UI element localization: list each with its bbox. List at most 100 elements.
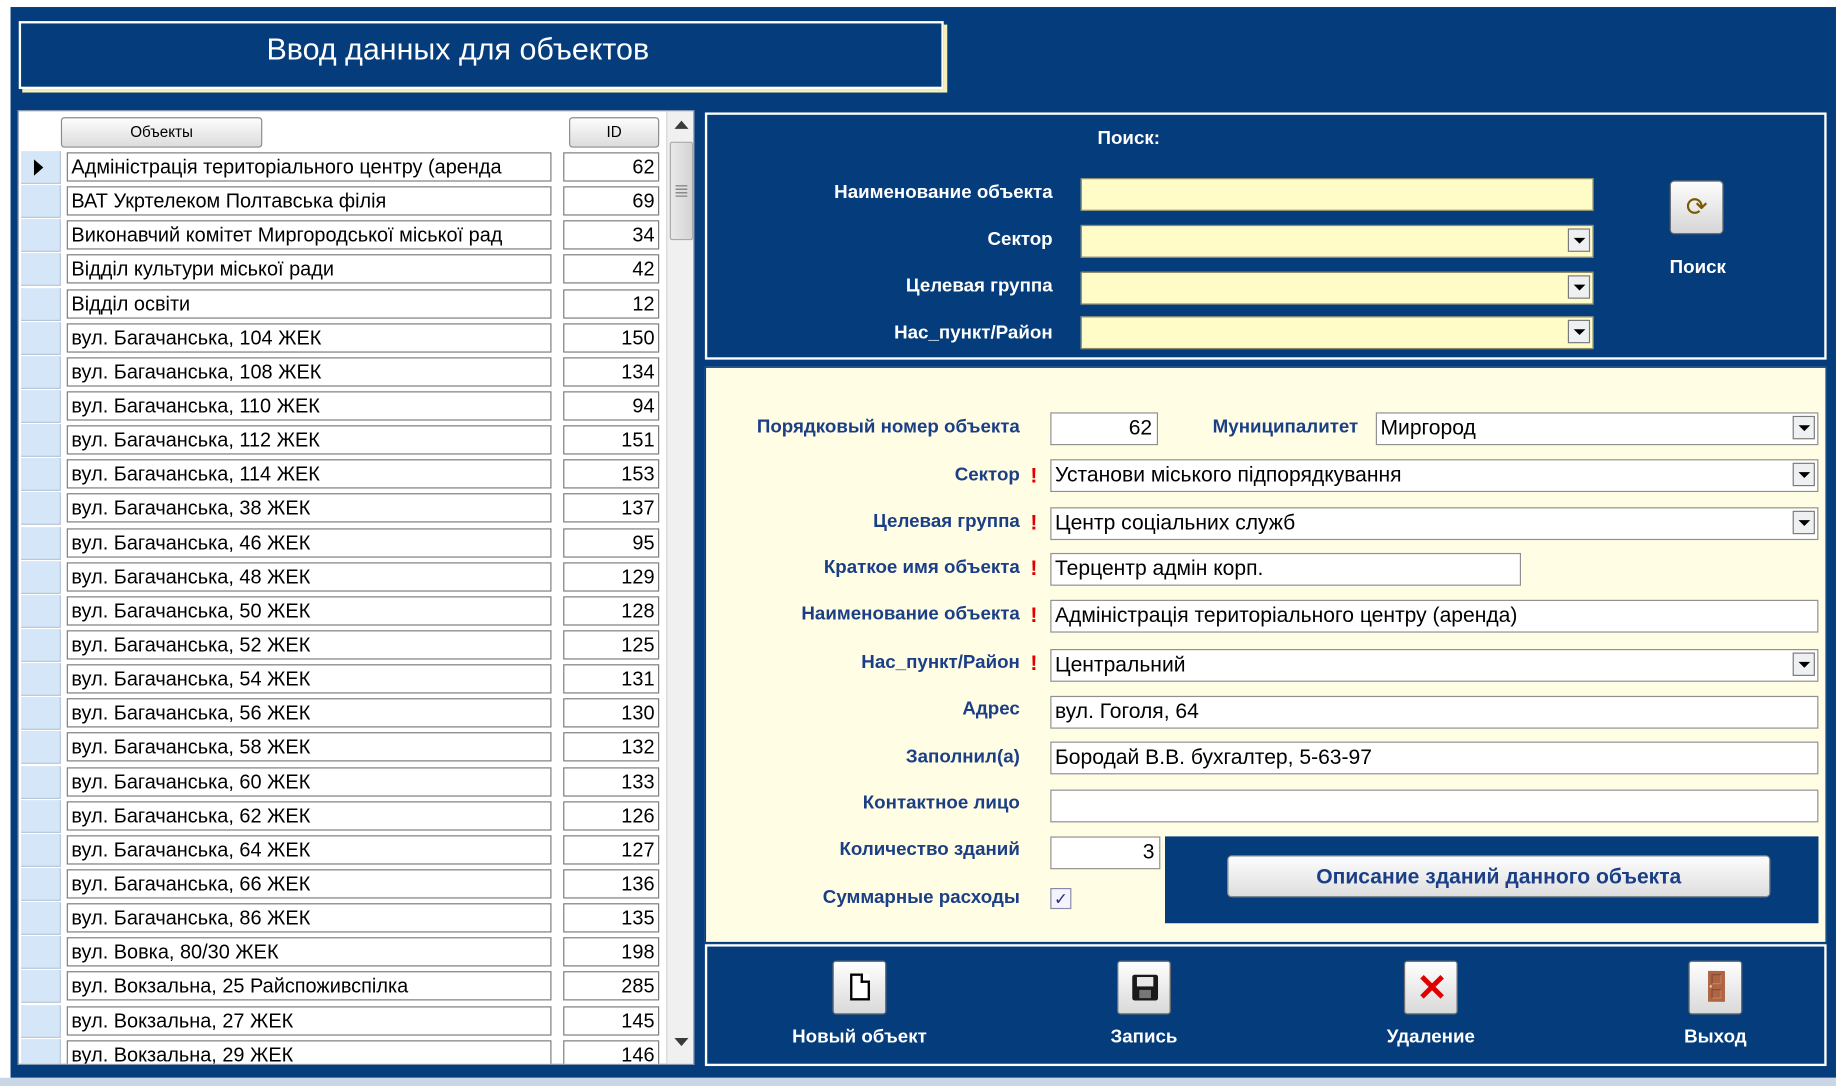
row-selector[interactable] <box>21 355 61 389</box>
district-select[interactable]: Центральний <box>1050 649 1819 682</box>
new-object-button[interactable] <box>832 960 887 1015</box>
object-id-cell[interactable]: 132 <box>563 732 660 762</box>
search-group-select[interactable] <box>1080 271 1594 305</box>
row-selector[interactable] <box>21 390 61 423</box>
object-name-cell[interactable]: вул. Вокзальна, 27 ЖЕК <box>66 1005 552 1036</box>
object-name-cell[interactable]: вул. Багачанська, 46 ЖЕК <box>66 527 552 558</box>
list-item[interactable]: вул. Багачанська, 66 ЖЕК 136 <box>19 867 665 901</box>
object-id-cell[interactable]: 62 <box>563 152 660 182</box>
row-selector[interactable] <box>21 321 61 355</box>
object-id-cell[interactable]: 198 <box>563 937 660 967</box>
row-selector[interactable] <box>21 731 61 765</box>
object-name-cell[interactable]: вул. Багачанська, 54 ЖЕК <box>66 664 552 694</box>
object-id-cell[interactable]: 127 <box>563 835 660 865</box>
row-selector[interactable] <box>21 970 61 1004</box>
chevron-down-icon[interactable] <box>1792 415 1815 440</box>
object-id-cell[interactable]: 129 <box>563 561 660 592</box>
chevron-down-icon[interactable] <box>1792 652 1815 676</box>
list-item[interactable]: вул. Багачанська, 62 ЖЕК 126 <box>19 799 665 833</box>
row-selector[interactable] <box>21 765 61 799</box>
object-id-cell[interactable]: 12 <box>563 288 660 319</box>
total-expenses-checkbox[interactable]: ✓ <box>1050 887 1072 910</box>
row-selector[interactable] <box>21 833 61 867</box>
object-name-cell[interactable]: вул. Вовка, 80/30 ЖЕК <box>66 937 552 967</box>
object-name-cell[interactable]: вул. Вокзальна, 29 ЖЕК <box>66 1039 552 1064</box>
filled-by-field[interactable]: Бородай В.В. бухгалтер, 5-63-97 <box>1050 741 1819 775</box>
object-id-cell[interactable]: 128 <box>563 596 660 626</box>
row-selector[interactable] <box>21 287 61 321</box>
list-item[interactable]: вул. Вовка, 80/30 ЖЕК 198 <box>19 935 665 970</box>
list-scrollbar[interactable] <box>666 111 694 1064</box>
list-item[interactable]: вул. Вокзальна, 29 ЖЕК 146 <box>19 1038 665 1064</box>
list-item[interactable]: вул. Багачанська, 104 ЖЕК 150 <box>19 321 665 355</box>
list-item[interactable]: Відділ освіти 12 <box>19 287 665 321</box>
target-group-select[interactable]: Центр соціальних служб <box>1050 507 1819 541</box>
object-name-cell[interactable]: вул. Багачанська, 86 ЖЕК <box>66 903 552 933</box>
contact-person-field[interactable] <box>1050 789 1819 823</box>
object-id-cell[interactable]: 285 <box>563 971 660 1001</box>
list-item[interactable]: вул. Багачанська, 108 ЖЕК 134 <box>19 355 665 389</box>
list-item[interactable]: вул. Багачанська, 48 ЖЕК 129 <box>19 560 665 594</box>
object-name-cell[interactable]: вул. Багачанська, 62 ЖЕК <box>66 800 552 831</box>
row-selector[interactable] <box>21 526 61 560</box>
object-id-cell[interactable]: 145 <box>563 1005 660 1036</box>
object-id-cell[interactable]: 136 <box>563 869 660 899</box>
short-name-field[interactable]: Терцентр адмін корп. <box>1050 552 1521 586</box>
row-selector[interactable] <box>21 185 61 219</box>
object-name-cell[interactable]: вул. Багачанська, 64 ЖЕК <box>66 835 552 865</box>
object-id-cell[interactable]: 146 <box>563 1039 660 1064</box>
scroll-up-icon[interactable] <box>674 120 689 129</box>
row-selector[interactable] <box>21 799 61 833</box>
object-id-cell[interactable]: 95 <box>563 527 660 558</box>
list-item[interactable]: вул. Багачанська, 38 ЖЕК 137 <box>19 491 665 526</box>
object-id-cell[interactable]: 131 <box>563 664 660 694</box>
object-name-cell[interactable]: вул. Багачанська, 104 ЖЕК <box>66 322 552 353</box>
address-field[interactable]: вул. Гоголя, 64 <box>1050 695 1819 729</box>
object-id-cell[interactable]: 150 <box>563 322 660 353</box>
row-selector[interactable] <box>21 902 61 935</box>
row-selector[interactable] <box>21 492 61 526</box>
buildings-count-field[interactable]: 3 <box>1050 836 1161 870</box>
row-selector[interactable] <box>21 594 61 628</box>
row-selector[interactable] <box>21 663 61 696</box>
list-item[interactable]: вул. Багачанська, 46 ЖЕК 95 <box>19 525 665 560</box>
object-name-cell[interactable]: Виконавчий комітет Миргородської міської… <box>66 220 552 250</box>
list-item[interactable]: ВАТ Укртелеком Полтавська філія 69 <box>19 184 665 219</box>
list-item[interactable]: вул. Багачанська, 110 ЖЕК 94 <box>19 389 665 423</box>
column-header-objects[interactable]: Объекты <box>60 117 263 148</box>
object-id-cell[interactable]: 34 <box>563 220 660 250</box>
row-selector[interactable] <box>21 1038 61 1064</box>
list-item[interactable]: вул. Багачанська, 112 ЖЕК 151 <box>19 423 665 458</box>
object-name-cell[interactable]: вул. Багачанська, 114 ЖЕК <box>66 459 552 489</box>
row-selector[interactable] <box>21 936 61 970</box>
object-id-cell[interactable]: 134 <box>563 357 660 387</box>
object-name-cell[interactable]: вул. Багачанська, 56 ЖЕК <box>66 698 552 728</box>
row-selector[interactable] <box>21 253 61 287</box>
object-id-cell[interactable]: 130 <box>563 698 660 728</box>
seq-number-field[interactable]: 62 <box>1050 412 1159 446</box>
list-item[interactable]: Відділ культури міської ради 42 <box>19 252 665 287</box>
object-id-cell[interactable]: 133 <box>563 766 660 797</box>
list-item[interactable]: вул. Багачанська, 56 ЖЕК 130 <box>19 696 665 731</box>
row-selector[interactable] <box>21 629 61 662</box>
object-name-cell[interactable]: Адміністрація територіального центру (ар… <box>66 152 552 182</box>
row-selector[interactable] <box>21 151 61 184</box>
object-id-cell[interactable]: 94 <box>563 391 660 421</box>
object-name-cell[interactable]: вул. Багачанська, 48 ЖЕК <box>66 561 552 592</box>
object-name-cell[interactable]: Відділ культури міської ради <box>66 254 552 284</box>
object-id-cell[interactable]: 69 <box>563 186 660 216</box>
chevron-down-icon[interactable] <box>1792 462 1815 487</box>
list-item[interactable]: вул. Багачанська, 64 ЖЕК 127 <box>19 833 665 867</box>
object-id-cell[interactable]: 151 <box>563 425 660 455</box>
object-name-cell[interactable]: вул. Вокзальна, 25 Райспоживспілка <box>66 971 552 1001</box>
object-name-cell[interactable]: Відділ освіти <box>66 288 552 319</box>
save-button[interactable] <box>1117 960 1171 1015</box>
municipality-select[interactable]: Миргород <box>1375 412 1819 446</box>
row-selector[interactable] <box>21 697 61 731</box>
row-selector[interactable] <box>21 424 61 458</box>
exit-button[interactable]: 🚪 <box>1688 960 1743 1015</box>
describe-buildings-button[interactable]: Описание зданий данного объекта <box>1227 855 1771 898</box>
object-name-cell[interactable]: вул. Багачанська, 58 ЖЕК <box>66 732 552 762</box>
object-name-cell[interactable]: вул. Багачанська, 50 ЖЕК <box>66 596 552 626</box>
list-item[interactable]: вул. Багачанська, 54 ЖЕК 131 <box>19 662 665 696</box>
